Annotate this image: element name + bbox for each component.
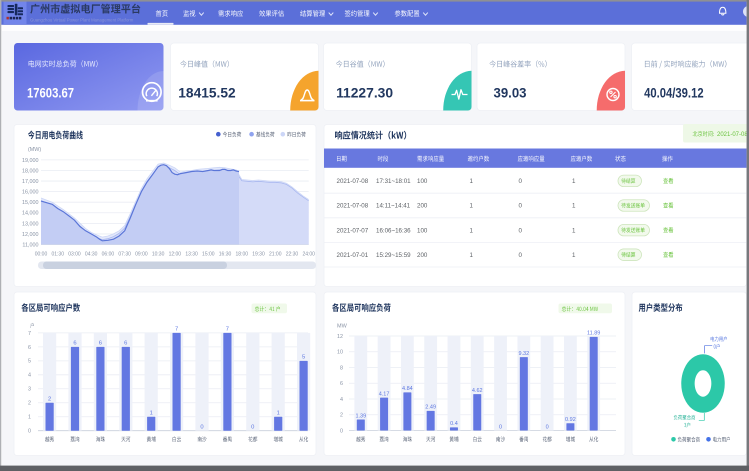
svg-text:07:30: 07:30	[118, 251, 131, 257]
svg-text:1.39: 1.39	[355, 413, 366, 419]
svg-text:21:00: 21:00	[269, 251, 282, 257]
svg-text:0: 0	[28, 429, 31, 435]
svg-text:7: 7	[28, 331, 31, 337]
svg-text:16:30: 16:30	[219, 251, 232, 257]
svg-text:6: 6	[99, 341, 102, 347]
svg-text:8: 8	[340, 365, 343, 371]
svg-text:2021-07-08 18:: 2021-07-08 18:	[717, 132, 749, 138]
svg-text:4: 4	[340, 397, 343, 403]
svg-text:15:00: 15:00	[202, 251, 215, 257]
svg-text:1: 1	[150, 411, 153, 417]
svg-text:1: 1	[572, 178, 576, 185]
svg-text:4.62: 4.62	[472, 388, 483, 394]
svg-text:03:00: 03:00	[68, 251, 81, 257]
svg-text:3: 3	[28, 387, 31, 393]
svg-text:1: 1	[470, 203, 474, 210]
svg-text:2: 2	[48, 397, 51, 403]
svg-text:1: 1	[470, 252, 474, 259]
svg-text:6: 6	[124, 341, 127, 347]
svg-text:19:30: 19:30	[252, 251, 265, 257]
svg-text:18,000: 18,000	[22, 168, 39, 174]
svg-text:7: 7	[175, 327, 178, 333]
svg-text:0: 0	[251, 425, 254, 431]
svg-text:10: 10	[337, 350, 343, 356]
svg-text:1: 1	[470, 178, 474, 185]
svg-text:Guangzhou Virtual Power Plant: Guangzhou Virtual Power Plant Management…	[30, 17, 134, 22]
svg-text:00:00: 00:00	[35, 251, 48, 257]
svg-text:6: 6	[73, 341, 76, 347]
svg-text:0: 0	[519, 252, 523, 259]
svg-text:0.4: 0.4	[450, 421, 458, 427]
svg-text:0: 0	[340, 428, 343, 434]
svg-text:0.92: 0.92	[565, 417, 576, 423]
svg-text:16:06~16:36: 16:06~16:36	[376, 227, 411, 234]
svg-text:2021-07-08: 2021-07-08	[337, 178, 369, 185]
svg-text:09:00: 09:00	[135, 251, 148, 257]
svg-text:2021-07-07: 2021-07-07	[337, 227, 369, 234]
svg-text:12: 12	[337, 334, 343, 340]
svg-text:200: 200	[417, 203, 428, 210]
svg-text:11.89: 11.89	[587, 331, 600, 337]
svg-text:4: 4	[28, 373, 31, 379]
svg-text:11,000: 11,000	[22, 242, 38, 248]
svg-text:18:00: 18:00	[236, 251, 249, 257]
svg-text:6: 6	[28, 345, 31, 351]
svg-text:14:11~14:41: 14:11~14:41	[376, 203, 411, 210]
svg-text:5: 5	[302, 355, 305, 361]
svg-text:39.03: 39.03	[494, 85, 527, 100]
svg-text:5: 5	[28, 359, 31, 365]
svg-text:100: 100	[417, 227, 428, 234]
svg-text:13,000: 13,000	[22, 221, 39, 227]
svg-text:06:00: 06:00	[102, 251, 115, 257]
svg-text:(MW): (MW)	[28, 147, 41, 153]
svg-text:18415.52: 18415.52	[178, 85, 236, 100]
svg-text:0: 0	[519, 227, 523, 234]
svg-text:17:31~18:01: 17:31~18:01	[376, 178, 411, 185]
svg-text:0: 0	[519, 203, 523, 210]
svg-text:04:30: 04:30	[85, 251, 98, 257]
svg-text:19,000: 19,000	[22, 158, 39, 164]
svg-text:1: 1	[572, 203, 576, 210]
svg-text:7: 7	[226, 327, 229, 333]
svg-text:200: 200	[417, 252, 428, 259]
svg-text:40.04/39.12: 40.04/39.12	[644, 85, 704, 100]
svg-text:14,000: 14,000	[22, 211, 39, 217]
svg-text:MW: MW	[337, 324, 348, 330]
svg-text:0: 0	[200, 425, 203, 431]
svg-text:0: 0	[546, 424, 549, 430]
svg-text:1: 1	[470, 227, 474, 234]
svg-text:11227.30: 11227.30	[336, 85, 393, 100]
svg-text:2021-07-08: 2021-07-08	[337, 203, 369, 210]
svg-text:01:30: 01:30	[51, 251, 64, 257]
svg-text:4.84: 4.84	[402, 386, 413, 392]
svg-text:1: 1	[28, 415, 31, 421]
svg-text:13:30: 13:30	[185, 251, 198, 257]
svg-text:17603.67: 17603.67	[27, 85, 74, 100]
svg-text:2021-07-01: 2021-07-01	[337, 252, 369, 259]
svg-text:15:29~15:59: 15:29~15:59	[376, 252, 411, 259]
svg-text:1: 1	[572, 227, 576, 234]
svg-text:9.32: 9.32	[518, 351, 529, 357]
svg-text:4.17: 4.17	[379, 391, 390, 397]
svg-text:6: 6	[340, 381, 343, 387]
svg-text:1: 1	[277, 411, 280, 417]
svg-text:24:00: 24:00	[302, 251, 315, 257]
svg-text:100: 100	[417, 178, 428, 185]
svg-text:1: 1	[572, 252, 576, 259]
svg-text:15,000: 15,000	[22, 200, 39, 206]
svg-text:22:30: 22:30	[286, 251, 299, 257]
svg-text:16,000: 16,000	[22, 190, 39, 196]
svg-text:2: 2	[340, 413, 343, 419]
svg-text:0: 0	[519, 178, 523, 185]
svg-text:2.49: 2.49	[425, 405, 436, 411]
svg-text:12:00: 12:00	[169, 251, 182, 257]
svg-text:0: 0	[499, 424, 502, 430]
svg-text:2: 2	[28, 401, 31, 407]
svg-text:10:30: 10:30	[152, 251, 165, 257]
svg-text:12,000: 12,000	[22, 232, 39, 238]
svg-text:17,000: 17,000	[22, 179, 39, 185]
